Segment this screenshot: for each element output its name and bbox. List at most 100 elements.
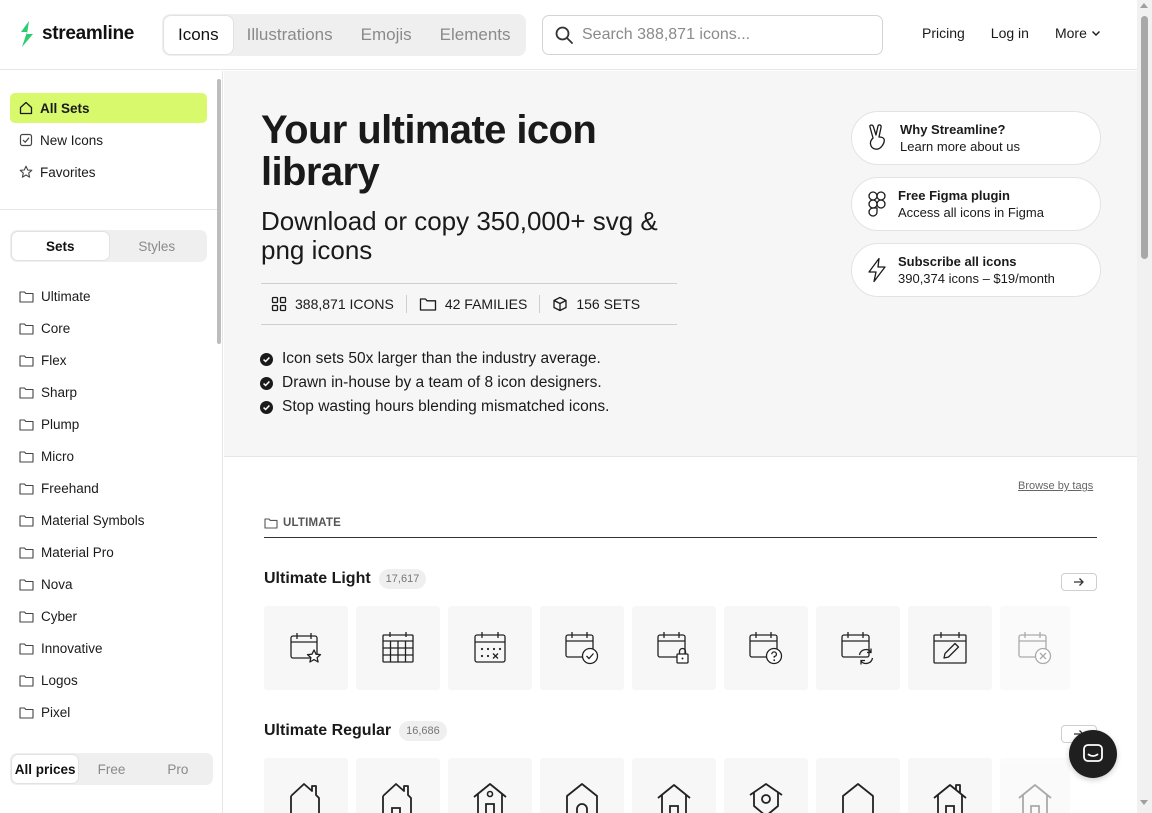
promo-title: Why Streamline? [900,122,1006,137]
icon-tile[interactable] [816,606,900,690]
set-name[interactable]: Ultimate Light [264,570,371,588]
icon-tile[interactable] [264,606,348,690]
icon-row-ultimate-light [264,606,1070,690]
peace-hand-icon [869,124,885,150]
tab-sets[interactable]: Sets [12,232,109,260]
tab-emojis[interactable]: Emojis [347,16,426,54]
icon-tile[interactable] [724,758,808,813]
sidebar: All Sets New Icons Favorites Sets Styles… [0,71,223,813]
sidebar-set-pixel[interactable]: Pixel [10,698,207,726]
calendar-grid-icon [382,632,414,663]
sidebar-set-plump[interactable]: Plump [10,410,207,438]
price-pro[interactable]: Pro [145,755,211,783]
streamline-logo[interactable]: streamline [18,21,134,47]
icon-tile[interactable] [448,606,532,690]
scroll-down-arrow[interactable] [1140,800,1148,805]
sidebar-set-nova[interactable]: Nova [10,570,207,598]
price-filter: All prices Free Pro [10,753,213,785]
icon-tile[interactable] [908,758,992,813]
icon-tile[interactable] [540,606,624,690]
tab-styles[interactable]: Styles [109,232,206,260]
sidebar-set-ultimate[interactable]: Ultimate [10,282,207,310]
icon-tile[interactable] [448,758,532,813]
promo-desc: Learn more about us [900,139,1020,154]
tab-elements[interactable]: Elements [426,16,525,54]
streamline-logo-icon [21,21,33,47]
folder-icon [19,322,34,335]
promo-desc: Access all icons in Figma [898,205,1044,220]
icon-tile[interactable] [540,758,624,813]
view-set-button[interactable] [1061,573,1097,591]
icon-tile[interactable] [908,606,992,690]
folder-icon [19,674,34,687]
icon-tile[interactable] [1000,606,1070,690]
sidebar-scrollbar[interactable] [217,79,221,344]
sidebar-item-all-sets[interactable]: All Sets [10,93,207,123]
subscribe-card[interactable]: Subscribe all icons 390,374 icons – $19/… [851,243,1101,297]
icon-tile[interactable] [1000,758,1070,813]
price-all[interactable]: All prices [12,755,79,783]
figma-plugin-card[interactable]: Free Figma plugin Access all icons in Fi… [851,177,1101,231]
sidebar-set-sharp[interactable]: Sharp [10,378,207,406]
chat-launcher-button[interactable] [1069,730,1117,778]
scroll-up-arrow[interactable] [1140,3,1148,8]
feature-list: Icon sets 50x larger than the industry a… [260,347,609,419]
page-scrollbar[interactable] [1137,0,1152,813]
folder-icon [19,418,34,431]
sidebar-set-core[interactable]: Core [10,314,207,342]
sidebar-set-logos[interactable]: Logos [10,666,207,694]
house-door-icon [1018,784,1052,813]
feature-text: Stop wasting hours blending mismatched i… [282,398,610,415]
set-count-badge: 17,617 [378,569,427,589]
pricing-link[interactable]: Pricing [922,25,965,41]
stat-label: 156 SETS [576,296,641,312]
sidebar-item-new-icons[interactable]: New Icons [10,125,207,155]
sidebar-set-label: Freehand [41,480,99,496]
icon-tile[interactable] [724,606,808,690]
icon-tile[interactable] [356,606,440,690]
icon-tile[interactable] [816,758,900,813]
top-header: streamline Icons Illustrations Emojis El… [0,0,1137,70]
sidebar-set-label: Sharp [41,384,78,400]
promo-desc: 390,374 icons – $19/month [898,271,1055,286]
sidebar-set-material-symbols[interactable]: Material Symbols [10,506,207,534]
sidebar-set-flex[interactable]: Flex [10,346,207,374]
sidebar-set-micro[interactable]: Micro [10,442,207,470]
search-input[interactable] [582,26,872,44]
folder-icon [264,518,278,529]
sidebar-set-label: Cyber [41,608,78,624]
set-header-ultimate-light: Ultimate Light 17,617 [264,569,427,589]
tab-illustrations[interactable]: Illustrations [233,16,347,54]
tab-icons[interactable]: Icons [164,16,233,54]
folder-icon [19,514,34,527]
icon-tile[interactable] [264,758,348,813]
sidebar-set-label: Innovative [41,640,103,656]
price-free[interactable]: Free [78,755,144,783]
check-square-icon [19,133,33,147]
section-heading: ULTIMATE [264,517,341,529]
cube-icon [553,296,567,312]
icon-tile[interactable] [632,606,716,690]
more-menu[interactable]: More [1055,25,1101,41]
birdhouse-icon [749,783,783,813]
icon-tile[interactable] [632,758,716,813]
page-title: Your ultimate icon library [261,108,597,194]
chevron-down-icon [1091,31,1100,36]
sidebar-set-label: Flex [41,352,67,368]
house-window-icon [473,783,507,813]
sidebar-set-material-pro[interactable]: Material Pro [10,538,207,566]
sidebar-set-label: Plump [41,416,80,432]
grid-icon [271,296,287,312]
sidebar-set-innovative[interactable]: Innovative [10,634,207,662]
sidebar-set-freehand[interactable]: Freehand [10,474,207,502]
why-streamline-card[interactable]: Why Streamline? Learn more about us [851,111,1101,165]
icon-tile[interactable] [356,758,440,813]
arrow-right-icon [1074,578,1084,586]
login-link[interactable]: Log in [991,25,1029,41]
sidebar-item-favorites[interactable]: Favorites [10,157,207,187]
scroll-thumb[interactable] [1141,16,1148,259]
browse-by-tags-link[interactable]: Browse by tags [1018,480,1093,492]
sidebar-set-cyber[interactable]: Cyber [10,602,207,630]
sidebar-set-label: Micro [41,448,74,464]
set-name[interactable]: Ultimate Regular [264,722,391,740]
